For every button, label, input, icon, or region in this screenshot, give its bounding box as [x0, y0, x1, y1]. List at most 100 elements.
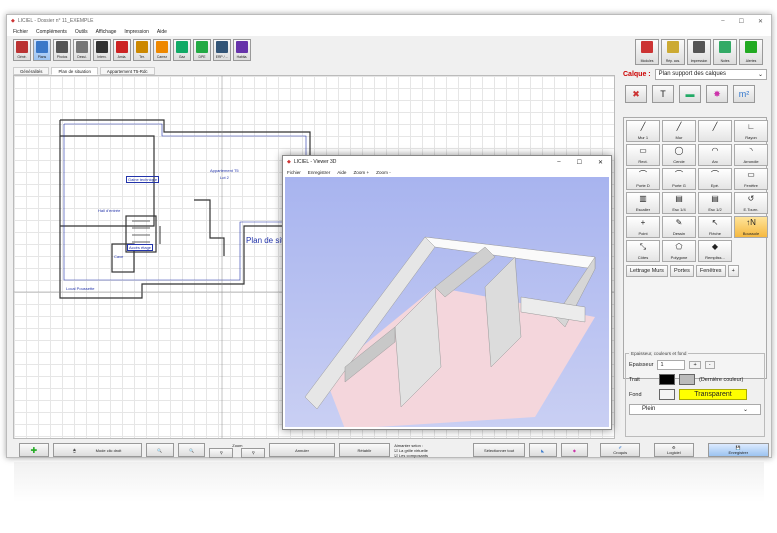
undo-button[interactable]: Annuler	[269, 443, 335, 457]
eraser-icon: ◆	[572, 447, 576, 453]
tool-button-2[interactable]: ╱	[698, 120, 732, 142]
viewer-menu-item-4[interactable]: Zoom -	[376, 170, 391, 175]
tool-button-6[interactable]: ◠ Arc	[698, 144, 732, 166]
tab-0[interactable]: Généralités	[13, 67, 50, 75]
viewer-3d-canvas[interactable]	[285, 177, 609, 427]
tool-button-21[interactable]: ⬠ Polygone	[662, 240, 696, 262]
menu-item-3[interactable]: Affichage	[96, 29, 117, 35]
select-all-button[interactable]: Sélectionner tout	[473, 443, 525, 457]
tool-button-12[interactable]: ▥ Escalier	[626, 192, 660, 214]
viewer-menu-item-0[interactable]: Fichier	[287, 170, 301, 175]
right-toolbar-button-3[interactable]: Notes	[713, 39, 737, 65]
zoom-in-button[interactable]: 🔍	[145, 443, 174, 457]
minus-button[interactable]: -	[704, 361, 715, 369]
erase-icon[interactable]: ✖	[625, 85, 647, 103]
tab-2[interactable]: Appartement T5-Rdc	[99, 67, 155, 75]
menu-item-0[interactable]: Fichier	[13, 29, 28, 35]
toolbar-button-5[interactable]: Amia.	[113, 39, 131, 61]
logiciel-button[interactable]: ⚙ Logiciel	[654, 443, 694, 457]
tool-button-11[interactable]: ▭ Fenêtre	[734, 168, 768, 190]
menu-item-2[interactable]: Outils	[75, 29, 88, 35]
right-toolbar-icon	[693, 41, 705, 53]
menu-item-5[interactable]: Aide	[157, 29, 167, 35]
plus-button[interactable]: +	[689, 361, 701, 369]
text-icon[interactable]: T	[652, 85, 674, 103]
toolbar-button-9[interactable]: DPE	[193, 39, 211, 61]
tool-button-0[interactable]: ╱ Mur 1	[626, 120, 660, 142]
zoom-minus-button[interactable]: ⚲	[241, 447, 266, 458]
toolbar-button-11[interactable]: Habita.	[233, 39, 251, 61]
tool-icon: ╱	[676, 122, 682, 131]
tool-button-9[interactable]: ⌒ Porte G	[662, 168, 696, 190]
viewer-3d-window: ◆ LICIEL - Viewer 3D – ☐ ✕ Fichier Enregi…	[282, 155, 612, 430]
toolbar-button-6[interactable]: Ter.	[133, 39, 151, 61]
tool-button-20[interactable]: ⤡ Côtes	[626, 240, 660, 262]
viewer-menu-item-1[interactable]: Enregistrer	[308, 170, 330, 175]
toolbar-button-7[interactable]: Carrez	[153, 39, 171, 61]
area-icon[interactable]: m²	[733, 85, 755, 103]
maximize-button[interactable]: ☐	[739, 18, 744, 25]
viewer-menu-item-3[interactable]: Zoom +	[353, 170, 369, 175]
tool-button-18[interactable]: ↖ Flèche	[698, 216, 732, 238]
fond-color-swatch[interactable]	[659, 389, 675, 400]
redo-button[interactable]: Rétablir	[338, 443, 391, 457]
toolbar-button-4[interactable]: Interv.	[93, 39, 111, 61]
text-button-2[interactable]: Fenêtres	[695, 265, 726, 277]
toolbar-button-2[interactable]: Photos	[53, 39, 71, 61]
text-button-1[interactable]: Portes	[669, 265, 694, 277]
image-icon[interactable]: ▬	[679, 85, 701, 103]
tool-button-3[interactable]: ∟ Rayon	[734, 120, 768, 142]
minimize-button[interactable]: –	[721, 18, 724, 25]
tool-button-14[interactable]: ▤ Esc 1/2	[698, 192, 732, 214]
zoom-out-button[interactable]: 🔍	[177, 443, 206, 457]
croquis-button[interactable]: ✐ Croquis	[600, 443, 640, 457]
tool-button-5[interactable]: ◯ Cercle	[662, 144, 696, 166]
tool-button-15[interactable]: ↺ E.Tourn.	[734, 192, 768, 214]
text-button-0[interactable]: Lettrage Murs	[626, 265, 668, 277]
arrow-tool-button[interactable]: ◣	[528, 443, 557, 457]
viewer-maximize-button[interactable]: ☐	[577, 159, 582, 166]
menu-item-4[interactable]: Impression	[124, 29, 148, 35]
trait-color-swatch[interactable]	[659, 374, 675, 385]
right-toolbar-button-2[interactable]: Impression	[687, 39, 711, 65]
layers-icon[interactable]: ✸	[706, 85, 728, 103]
right-toolbar-button-4[interactable]: Alertes	[739, 39, 763, 65]
right-toolbar-button-0[interactable]: Modules	[635, 39, 659, 65]
fill-select[interactable]: Plein ⌄	[629, 404, 761, 415]
tool-button-16[interactable]: + Point	[626, 216, 660, 238]
toolbar-button-3[interactable]: Dessi.	[73, 39, 91, 61]
tool-button-10[interactable]: ⌒ Epé.	[698, 168, 732, 190]
tool-button-4[interactable]: ▭ Rect.	[626, 144, 660, 166]
last-color-swatch[interactable]	[679, 374, 695, 385]
calque-select[interactable]: Plan support des calques ⌄	[654, 68, 767, 80]
tab-1[interactable]: Plan de situation	[51, 67, 98, 75]
mode-clic-droit-button[interactable]: 🖱 Mode clic droit	[52, 443, 142, 457]
tool-button-1[interactable]: ╱ Mur	[662, 120, 696, 142]
text-button-3[interactable]: +	[727, 265, 739, 277]
close-button[interactable]: ✕	[758, 18, 763, 25]
tool-button-22[interactable]: ◆ Rempliss...	[698, 240, 732, 262]
tool-button-17[interactable]: ✎ Dessin	[662, 216, 696, 238]
viewer-menu-item-2[interactable]: Aide	[337, 170, 346, 175]
viewer-close-button[interactable]: ✕	[598, 159, 603, 166]
tool-button-7[interactable]: ◝ Arrondie	[734, 144, 768, 166]
epaisseur-select[interactable]: 1	[657, 360, 686, 370]
eraser-button[interactable]: ◆	[560, 443, 589, 457]
right-toolbar-button-1[interactable]: Rép. acs.	[661, 39, 685, 65]
save-button[interactable]: 💾 Enregistrer	[707, 443, 770, 457]
transparent-button[interactable]: Transparent	[679, 389, 747, 400]
new-plan-button[interactable]: ✚	[19, 443, 49, 457]
viewer-minimize-button[interactable]: –	[557, 159, 560, 166]
tool-button-13[interactable]: ▤ Esc 1/4	[662, 192, 696, 214]
toolbar-button-10[interactable]: ERP / ...	[213, 39, 231, 61]
toolbar-button-0[interactable]: Géné.	[13, 39, 31, 61]
toolbar-button-8[interactable]: Gaz	[173, 39, 191, 61]
snap-components-checkbox[interactable]: ☑ Les composants	[394, 453, 469, 458]
menu-item-1[interactable]: Compléments	[36, 29, 67, 35]
tool-button-19[interactable]: ↑N Boussole	[734, 216, 768, 238]
tool-icon: ▭	[747, 170, 755, 179]
viewer-title-bar: ◆ LICIEL - Viewer 3D – ☐ ✕	[283, 156, 611, 168]
tool-button-8[interactable]: ⌒ Porte D	[626, 168, 660, 190]
toolbar-button-1[interactable]: Plans	[33, 39, 51, 61]
zoom-plus-button[interactable]: ⚲	[209, 447, 234, 458]
